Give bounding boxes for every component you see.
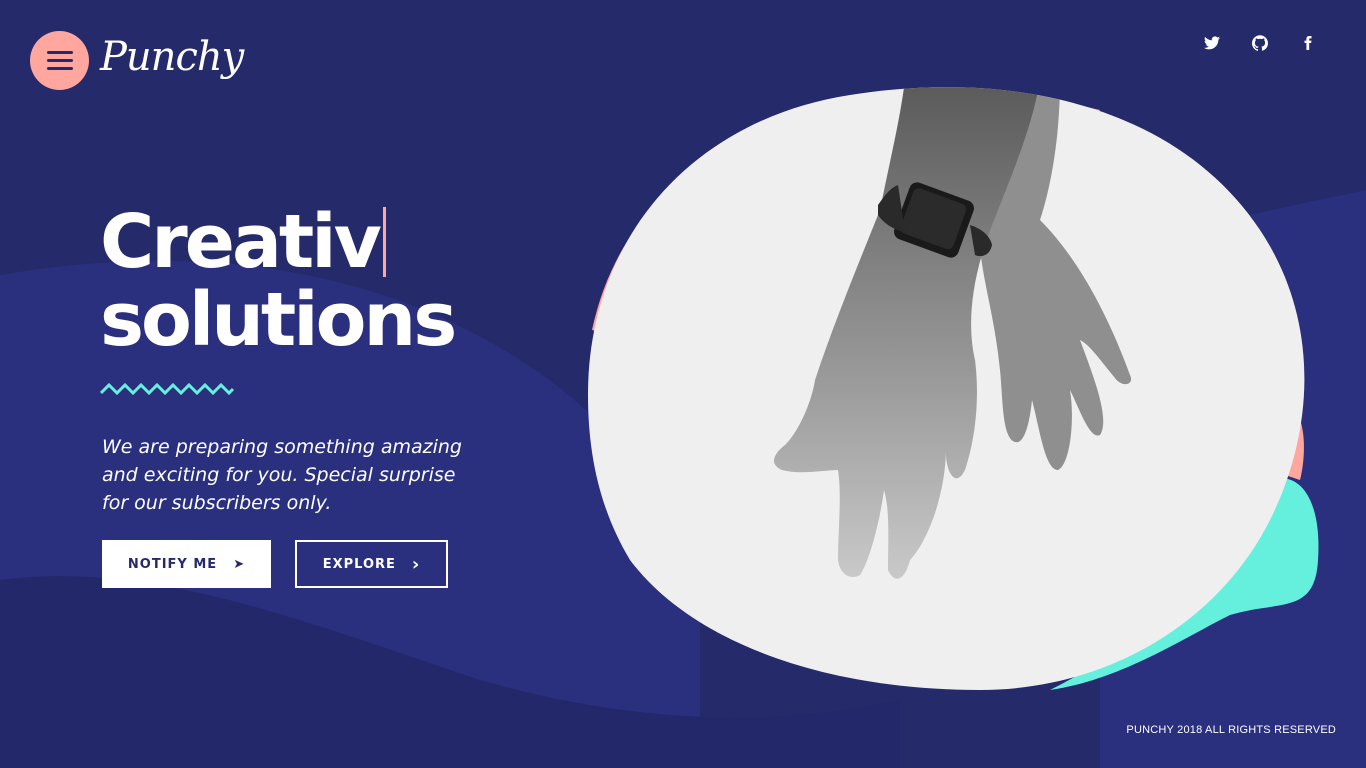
footer-copyright: PUNCHY 2018 ALL RIGHTS RESERVED <box>1126 724 1336 736</box>
facebook-icon[interactable] <box>1284 32 1332 54</box>
twitter-icon[interactable] <box>1188 32 1236 54</box>
explore-label: EXPLORE <box>322 556 396 572</box>
send-arrow-icon: ➤ <box>233 556 246 572</box>
notify-me-button[interactable]: NOTIFY ME ➤ <box>102 540 271 588</box>
landing-page: Punchy Creativ solutions We are preparin… <box>0 0 1366 768</box>
notify-me-label: NOTIFY ME <box>127 556 218 572</box>
typing-caret <box>382 207 386 277</box>
menu-button[interactable] <box>30 31 89 90</box>
zigzag-divider-icon <box>100 382 234 396</box>
hero-typed-word: Creativ <box>100 199 382 285</box>
github-icon[interactable] <box>1236 32 1284 54</box>
brand-logo[interactable]: Punchy <box>100 34 244 80</box>
social-links <box>1188 32 1332 54</box>
hamburger-menu-icon <box>46 46 73 75</box>
hero-headline-line2: solutions <box>100 277 457 363</box>
hero-description: We are preparing something amazing and e… <box>102 436 462 514</box>
hero-headline: Creativ solutions <box>100 203 457 363</box>
hero-headline-line1: Creativ <box>100 203 454 281</box>
chevron-right-icon: › <box>411 553 421 575</box>
explore-button[interactable]: EXPLORE › <box>295 540 448 588</box>
